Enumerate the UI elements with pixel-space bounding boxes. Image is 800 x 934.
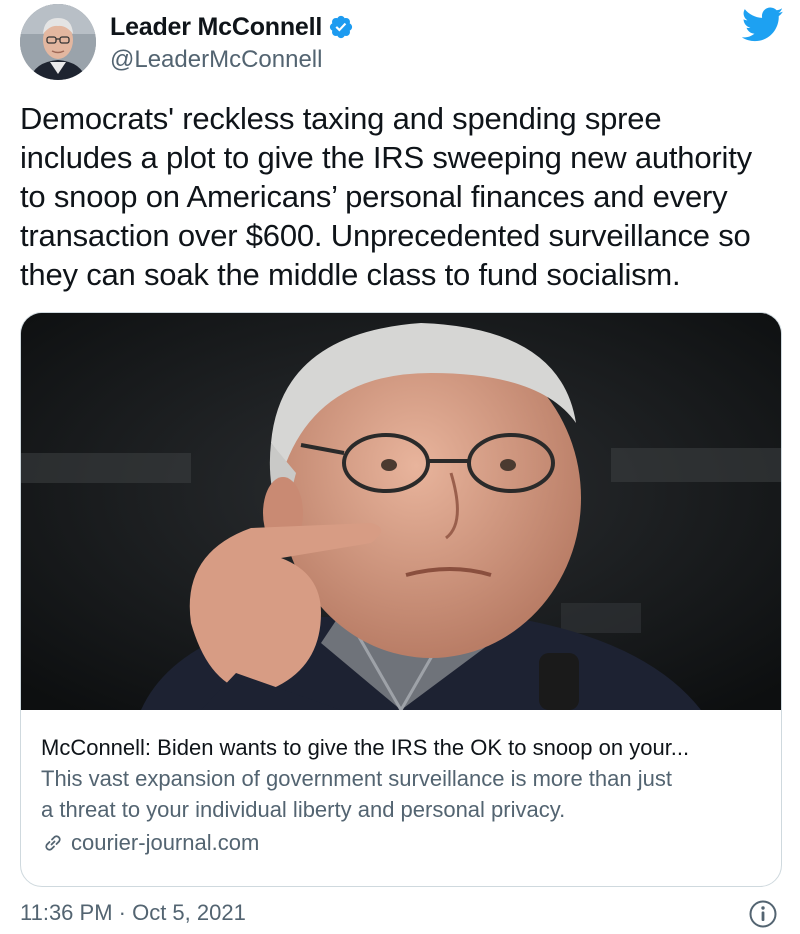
tweet-text-line: they can soak the middle class to fund s… (20, 257, 681, 292)
timestamp[interactable]: 11:36 PM · Oct 5, 2021 (20, 900, 246, 926)
tweet-text: Democrats' reckless taxing and spending … (20, 99, 790, 294)
tweet: Leader McConnell @LeaderMcConnell Democr… (0, 0, 800, 934)
twitter-bird-icon[interactable] (741, 7, 784, 43)
info-icon[interactable] (748, 899, 778, 929)
article-photo[interactable] (21, 313, 781, 710)
link-preview-card[interactable]: McConnell: Biden wants to give the IRS t… (20, 312, 782, 887)
tweet-text-line: to snoop on Americans’ personal finances… (20, 179, 728, 214)
tweet-text-line: Democrats' reckless taxing and spending … (20, 101, 662, 136)
card-description: This vast expansion of government survei… (41, 763, 766, 825)
handle[interactable]: @LeaderMcConnell (110, 46, 354, 74)
display-name-row: Leader McConnell (110, 10, 354, 44)
author-info: Leader McConnell @LeaderMcConnell (110, 10, 354, 74)
link-icon (41, 831, 65, 855)
display-name[interactable]: Leader McConnell (110, 13, 322, 42)
card-domain[interactable]: courier-journal.com (41, 826, 766, 860)
avatar[interactable] (20, 4, 96, 80)
tweet-text-line: transaction over $600. Unprecedented sur… (20, 218, 751, 253)
card-description-line: This vast expansion of government survei… (41, 766, 672, 791)
tweet-text-line: includes a plot to give the IRS sweeping… (20, 140, 752, 175)
card-description-line: a threat to your individual liberty and … (41, 797, 566, 822)
card-title[interactable]: McConnell: Biden wants to give the IRS t… (41, 732, 766, 763)
avatar-photo (20, 4, 96, 80)
card-body: McConnell: Biden wants to give the IRS t… (41, 732, 766, 860)
verified-badge-icon (328, 14, 354, 40)
card-domain-text: courier-journal.com (71, 830, 260, 855)
